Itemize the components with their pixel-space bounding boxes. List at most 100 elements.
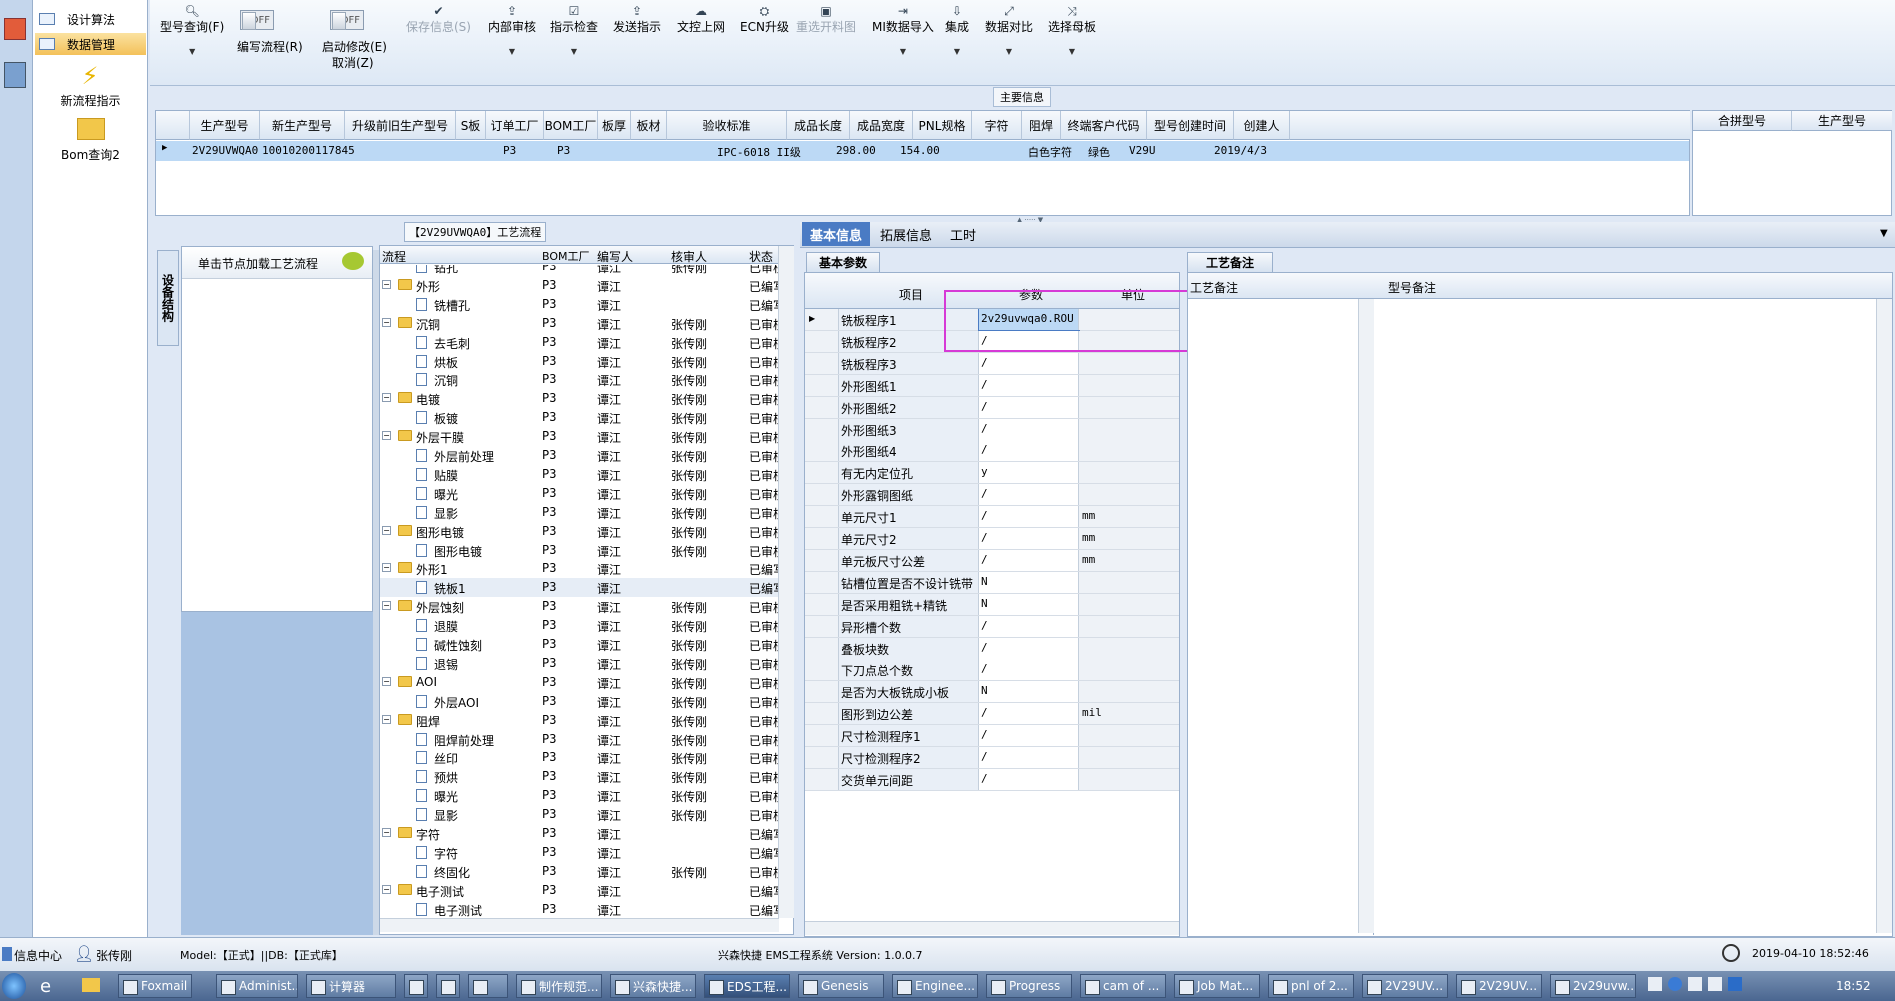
row-header[interactable] xyxy=(805,571,839,593)
tree-node-group[interactable]: − 阻焊 P3 谭江 张传刚 已审核 xyxy=(380,711,779,730)
col-header[interactable]: 板厚 xyxy=(598,111,631,140)
cancel-edit-button[interactable]: 取消(Z) xyxy=(332,54,374,71)
collapse-icon[interactable]: − xyxy=(382,317,391,327)
row-header[interactable] xyxy=(805,615,839,637)
data-compare-button[interactable]: ⤢ 数据对比 ▼ xyxy=(985,4,1033,56)
flow-tree-hscroll[interactable] xyxy=(380,918,779,932)
tree-node-step[interactable]: 铣板1 P3 谭江 已编写 xyxy=(380,578,779,598)
param-row[interactable]: 尺寸检测程序1 / xyxy=(805,725,1179,748)
row-header[interactable] xyxy=(805,681,839,703)
tree-node-group[interactable]: − 外层干膜 P3 谭江 张传刚 已审核 xyxy=(380,427,779,446)
param-row[interactable]: 外形露铜图纸 / xyxy=(805,484,1179,507)
col-header[interactable]: BOM工厂 xyxy=(544,111,598,140)
tree-node-group[interactable]: − 外形1 P3 谭江 已编写 xyxy=(380,559,779,578)
tree-node-step[interactable]: 碱性蚀刻 P3 谭江 张传刚 已审核 xyxy=(380,635,779,654)
param-row[interactable]: 单元板尺寸公差 / mm xyxy=(805,549,1179,572)
tree-node-step[interactable]: 预烘 P3 谭江 张传刚 已审核 xyxy=(380,767,779,786)
collapse-icon[interactable]: − xyxy=(382,676,391,686)
param-row[interactable]: 是否采用粗铣+精铣 N xyxy=(805,593,1179,616)
col-header[interactable]: 成品长度 xyxy=(787,111,850,140)
tree-node-group[interactable]: − AOI P3 谭江 张传刚 已审核 xyxy=(380,673,779,692)
col-header[interactable]: 项目 xyxy=(899,286,923,303)
tray-shield-icon[interactable] xyxy=(1728,977,1742,991)
new-flow-button[interactable]: 新流程指示 xyxy=(33,92,148,109)
col-header[interactable]: 型号创建时间 xyxy=(1147,111,1234,140)
param-value-field[interactable] xyxy=(979,593,1079,615)
taskbar-item[interactable] xyxy=(404,974,428,998)
tree-node-group[interactable]: − 沉铜 P3 谭江 张传刚 已审核 xyxy=(380,314,779,333)
process-remark-textarea[interactable] xyxy=(1188,299,1374,935)
tray-network-icon[interactable] xyxy=(1688,977,1702,991)
param-value-field[interactable] xyxy=(979,549,1079,571)
tree-node-step[interactable]: 烘板 P3 谭江 张传刚 已审核 xyxy=(380,352,779,371)
param-value-field[interactable] xyxy=(979,768,1079,790)
tree-node-step[interactable]: 电子测试 P3 谭江 已编写 xyxy=(380,900,779,917)
tab-process-remarks[interactable]: 工艺备注 xyxy=(1187,252,1274,272)
tree-node-step[interactable]: 显影 P3 谭江 张传刚 已审核 xyxy=(380,805,779,824)
param-row[interactable]: 叠板块数 / xyxy=(805,637,1179,660)
param-value-field[interactable] xyxy=(979,528,1079,549)
param-value-field[interactable] xyxy=(979,374,1079,396)
tree-node-step[interactable]: 退膜 P3 谭江 张传刚 已审核 xyxy=(380,616,779,635)
param-value-field[interactable] xyxy=(979,725,1079,747)
tray-volume-icon[interactable] xyxy=(1708,977,1722,991)
reselect-cutting-chart-button[interactable]: ▣ 重选开料图 xyxy=(796,4,856,35)
tool-icon[interactable] xyxy=(4,62,26,88)
param-value-field[interactable] xyxy=(979,484,1079,506)
row-header[interactable] xyxy=(805,725,839,747)
row-header[interactable] xyxy=(805,418,839,440)
tray-help-icon[interactable] xyxy=(1668,977,1682,991)
param-value-field[interactable] xyxy=(979,703,1079,725)
model-remark-textarea[interactable] xyxy=(1374,299,1892,935)
start-button[interactable] xyxy=(2,973,26,999)
collapse-icon[interactable]: − xyxy=(382,601,391,611)
start-edit-toggle[interactable]: OFF xyxy=(330,10,364,30)
taskbar-item-active[interactable]: EDS工程... xyxy=(704,974,790,998)
save-info-button[interactable]: ✔ 保存信息(S) xyxy=(406,4,471,35)
param-row[interactable]: 钻槽位置是否不设计铣带 N xyxy=(805,571,1179,594)
tree-node-step[interactable]: 丝印 P3 谭江 张传刚 已审核 xyxy=(380,748,779,767)
row-header[interactable] xyxy=(805,352,839,374)
col-header[interactable]: 编写人 xyxy=(597,248,633,265)
tree-node-step[interactable]: 阻焊前处理 P3 谭江 张传刚 已审核 xyxy=(380,730,779,749)
nav-item-design-algorithm[interactable]: 设计算法 xyxy=(35,8,146,30)
tree-node-step[interactable]: 曝光 P3 谭江 张传刚 已审核 xyxy=(380,786,779,805)
param-row[interactable]: 尺寸检测程序2 / xyxy=(805,747,1179,769)
param-value-field[interactable] xyxy=(979,462,1079,484)
row-header[interactable] xyxy=(805,747,839,768)
col-header[interactable]: BOM工厂 xyxy=(542,248,590,264)
param-row[interactable]: 铣板程序3 / xyxy=(805,352,1179,375)
taskbar-item[interactable] xyxy=(436,974,460,998)
param-value-field[interactable] xyxy=(979,506,1079,528)
taskbar-item[interactable]: Administ... xyxy=(216,974,298,998)
equipment-structure-tab[interactable]: 设备结构 xyxy=(157,250,179,346)
param-value-field[interactable] xyxy=(979,440,1079,462)
ecn-upgrade-button[interactable]: ⛭ ECN升级 xyxy=(740,4,789,35)
taskbar-item[interactable] xyxy=(468,974,508,998)
flow-tree-vscroll[interactable] xyxy=(778,246,794,918)
row-header[interactable] xyxy=(805,768,839,790)
row-header[interactable] xyxy=(805,330,839,352)
collapse-icon[interactable]: − xyxy=(382,279,391,289)
model-query-button[interactable]: 🔍︎ 型号查询(F) ▼ xyxy=(160,4,224,56)
col-header[interactable]: 生产型号 xyxy=(190,111,260,140)
model-remark-vscroll[interactable] xyxy=(1876,299,1892,933)
param-row[interactable]: 下刀点总个数 / xyxy=(805,659,1179,682)
tree-node-step[interactable]: 图形电镀 P3 谭江 张传刚 已审核 xyxy=(380,541,779,560)
col-header[interactable]: 验收标准 xyxy=(667,111,787,140)
row-header[interactable] xyxy=(805,637,839,659)
param-row[interactable]: 单元尺寸1 / mm xyxy=(805,506,1179,529)
taskbar-item[interactable]: Foxmail xyxy=(118,974,192,998)
tree-node-step[interactable]: 终固化 P3 谭江 张传刚 已审核 xyxy=(380,862,779,881)
param-value-field[interactable] xyxy=(979,396,1079,418)
comment-icon[interactable] xyxy=(342,252,364,270)
row-header[interactable] xyxy=(805,593,839,615)
tree-node-step[interactable]: 外层AOI P3 谭江 张传刚 已审核 xyxy=(380,692,779,711)
tree-node-step[interactable]: 字符 P3 谭江 已编写 xyxy=(380,843,779,862)
param-grid-hscroll[interactable] xyxy=(805,921,1179,935)
nav-item-data-management[interactable]: 数据管理 xyxy=(35,33,146,55)
tree-node-step[interactable]: 曝光 P3 谭江 张传刚 已审核 xyxy=(380,484,779,503)
row-header[interactable] xyxy=(805,374,839,396)
col-header[interactable]: 状态 xyxy=(749,248,773,265)
collapse-icon[interactable]: − xyxy=(382,431,391,441)
